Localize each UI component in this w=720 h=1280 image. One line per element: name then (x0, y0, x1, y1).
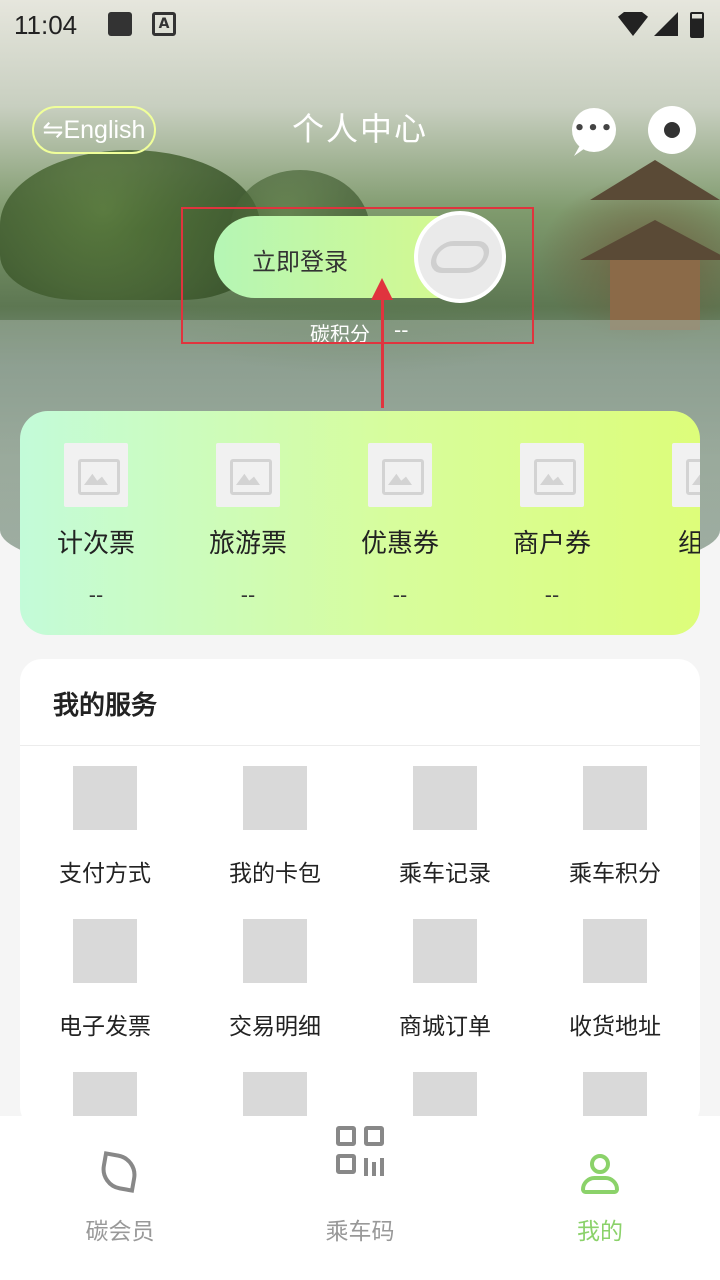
service-label: 我的卡包 (229, 861, 321, 887)
my-services-card: 我的服务 支付方式 我的卡包 乘车记录 乘车积分 电子发票 交易明细 商城订单 … (20, 659, 700, 1129)
nav-tab-ride-code[interactable]: 乘车码 (240, 1116, 480, 1280)
service-label: 支付方式 (59, 861, 151, 887)
a-icon: A (152, 12, 176, 36)
service-label: 收货地址 (569, 1014, 661, 1040)
image-icon (108, 12, 132, 36)
service-icon (243, 766, 307, 830)
battery-icon (690, 12, 704, 38)
divider (20, 745, 700, 746)
nav-label: 碳会员 (85, 1219, 155, 1245)
leaf-icon (98, 1151, 140, 1193)
service-icon (413, 766, 477, 830)
ticket-value: - (628, 583, 700, 607)
service-icon (73, 919, 137, 983)
ticket-label: 组合 (677, 529, 700, 559)
service-item-payment[interactable]: 支付方式 (20, 766, 190, 906)
ticket-value: -- (392, 583, 408, 607)
ticket-item[interactable]: 优惠券 -- (324, 411, 476, 635)
service-item-mall-orders[interactable]: 商城订单 (360, 919, 530, 1059)
service-item-ride-points[interactable]: 乘车积分 (530, 766, 700, 906)
service-label: 交易明细 (229, 1014, 321, 1040)
ticket-item[interactable]: 商户券 -- (476, 411, 628, 635)
tickets-card: 计次票 -- 旅游票 -- 优惠券 -- 商户券 -- 组合 - (20, 411, 700, 635)
ticket-value: -- (544, 583, 560, 607)
annotation-arrow (381, 290, 384, 408)
ticket-label: 旅游票 (208, 529, 287, 559)
service-icon (413, 919, 477, 983)
gear-icon[interactable] (650, 108, 694, 152)
ticket-value: -- (88, 583, 104, 607)
service-label: 乘车记录 (399, 861, 491, 887)
chat-bubble-icon[interactable]: ••• (572, 108, 616, 152)
ticket-label: 计次票 (56, 529, 135, 559)
ticket-value: -- (240, 583, 256, 607)
service-item-card-wallet[interactable]: 我的卡包 (190, 766, 360, 906)
image-placeholder-icon (520, 443, 584, 507)
service-icon (243, 919, 307, 983)
signal-icon (654, 12, 678, 36)
image-placeholder-icon (216, 443, 280, 507)
service-icon (583, 919, 647, 983)
pavilion-decoration (580, 160, 720, 340)
service-item-transactions[interactable]: 交易明细 (190, 919, 360, 1059)
nav-label: 乘车码 (325, 1219, 395, 1245)
status-bar: 11:04 A (0, 0, 720, 50)
nav-tab-mine[interactable]: 我的 (480, 1116, 720, 1280)
service-item-shipping-address[interactable]: 收货地址 (530, 919, 700, 1059)
service-label: 电子发票 (59, 1014, 151, 1040)
service-label: 商城订单 (399, 1014, 491, 1040)
ticket-item[interactable]: 计次票 -- (20, 411, 172, 635)
ticket-item[interactable]: 旅游票 -- (172, 411, 324, 635)
image-placeholder-icon (672, 443, 700, 507)
annotation-highlight-box (181, 207, 534, 344)
service-icon (583, 766, 647, 830)
ticket-label: 商户券 (512, 529, 591, 559)
nav-tab-carbon-member[interactable]: 碳会员 (0, 1116, 240, 1280)
bottom-nav: 碳会员 乘车码 我的 (0, 1116, 720, 1280)
ticket-label: 优惠券 (360, 529, 439, 559)
section-title: 我的服务 (53, 691, 158, 721)
service-item-e-invoice[interactable]: 电子发票 (20, 919, 190, 1059)
nav-label: 我的 (577, 1219, 623, 1245)
image-placeholder-icon (368, 443, 432, 507)
language-switch-button[interactable]: ⇋English (32, 106, 156, 154)
status-time: 11:04 (14, 10, 78, 40)
service-item-ride-records[interactable]: 乘车记录 (360, 766, 530, 906)
service-icon (73, 766, 137, 830)
ticket-item[interactable]: 组合 - (628, 411, 700, 635)
image-placeholder-icon (64, 443, 128, 507)
service-label: 乘车积分 (569, 861, 661, 887)
person-icon (581, 1154, 619, 1194)
qr-code-icon (336, 1126, 386, 1176)
wifi-icon (618, 12, 648, 36)
